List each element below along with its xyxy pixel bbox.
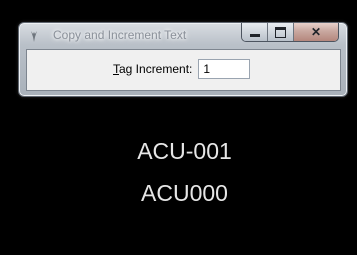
dialog-content: Tag Increment: xyxy=(26,49,341,91)
maximize-icon xyxy=(275,26,286,38)
close-icon: ✕ xyxy=(310,25,322,39)
microstation-icon xyxy=(28,29,40,43)
minimize-button[interactable] xyxy=(242,23,268,41)
close-button[interactable]: ✕ xyxy=(294,23,338,41)
window-title: Copy and Increment Text xyxy=(53,28,187,42)
title-bar[interactable]: Copy and Increment Text ✕ xyxy=(19,23,347,49)
copy-increment-dialog: Copy and Increment Text ✕ Tag Increment: xyxy=(18,22,348,97)
maximize-button[interactable] xyxy=(268,23,294,41)
tag-increment-row: Tag Increment: xyxy=(113,59,251,79)
tag-increment-label-text: ag Increment: xyxy=(119,62,193,76)
minimize-icon xyxy=(249,33,260,37)
caption-buttons: ✕ xyxy=(241,23,339,42)
tag-increment-label: Tag Increment: xyxy=(113,62,192,76)
canvas-text-acu-001[interactable]: ACU-001 xyxy=(6,138,357,164)
tag-increment-input[interactable] xyxy=(198,59,251,79)
canvas-text-acu000[interactable]: ACU000 xyxy=(6,180,357,206)
